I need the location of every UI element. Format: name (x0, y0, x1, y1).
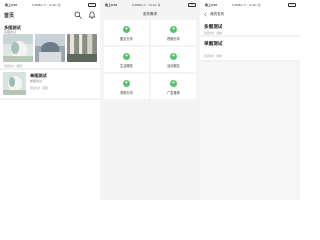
status-network: 0.4KB/s ⊙ ◔ ▾ᵢₗ 4G 令 (132, 3, 161, 7)
status-bar: 晚上9:59 0.4KB/s ⊙ ◔ ▾ᵢₗ 4G 令 72 (200, 0, 300, 10)
publish-category-grid: + 图文分享 + 视频分享 + 生活服务 + 活动报名 + 求购分享 + 广告推… (104, 20, 196, 99)
divider (200, 35, 300, 37)
plus-icon: + (123, 26, 130, 33)
divider (0, 98, 100, 100)
publish-card-0[interactable]: + 图文分享 (104, 20, 149, 45)
search-icon[interactable] (74, 11, 82, 19)
post-image[interactable] (34, 34, 66, 62)
status-network: 0.4KB/s ⊙ ◔ ▾ᵢₗ 4G 令 (232, 3, 261, 7)
battery-indicator: 72 (188, 2, 196, 7)
publish-card-label: 视频分享 (167, 37, 180, 41)
publish-card-label: 广告推荐 (167, 91, 180, 95)
page-title: 首页 (4, 13, 15, 19)
status-time: 晚上9:59 (205, 3, 218, 7)
post-subtitle: 单图测试 (30, 79, 43, 83)
publish-card-3[interactable]: + 活动报名 (151, 47, 196, 72)
post-image-gallery[interactable] (3, 34, 97, 62)
status-time: 晚上9:59 (105, 3, 118, 7)
plus-icon: + (123, 53, 130, 60)
plus-icon: + (170, 80, 177, 87)
plus-icon: + (123, 80, 130, 87)
back-arrow-icon[interactable] (203, 12, 208, 17)
status-network: 0.4KB/s ⊙ ◔ ▾ᵢₗ 4G 令 (32, 3, 61, 7)
post-image[interactable] (66, 34, 97, 62)
status-time: 晚上9:59 (5, 3, 18, 7)
publish-screen: 晚上9:59 0.4KB/s ⊙ ◔ ▾ᵢₗ 4G 令 72 发布需求 + 图文… (100, 0, 200, 200)
publish-card-label: 图文分享 (120, 37, 133, 41)
home-feed-screen: 晚上9:59 0.4KB/s ⊙ ◔ ▾ᵢₗ 4G 令 72 首页 多图测试 多… (0, 0, 100, 200)
status-bar: 晚上9:59 0.4KB/s ⊙ ◔ ▾ᵢₗ 4G 令 72 (0, 0, 100, 10)
nav-title: 我的发布 (210, 12, 225, 16)
publish-card-label: 生活服务 (120, 64, 133, 68)
publish-card-4[interactable]: + 求购分享 (104, 74, 149, 99)
page-title: 发布需求 (142, 12, 158, 16)
plus-icon: + (170, 26, 177, 33)
publish-card-1[interactable]: + 视频分享 (151, 20, 196, 45)
battery-indicator: 72 (88, 2, 96, 7)
nav-bar: 我的发布 (203, 12, 224, 17)
status-bar: 晚上9:59 0.4KB/s ⊙ ◔ ▾ᵢₗ 4G 令 72 (100, 0, 200, 10)
post-meta: 测试用户 · 刚刚 (204, 55, 222, 58)
post-title[interactable]: 多图测试 (204, 24, 222, 30)
publish-card-label: 求购分享 (120, 91, 133, 95)
post-image[interactable] (3, 34, 34, 62)
publish-card-2[interactable]: + 生活服务 (104, 47, 149, 72)
battery-indicator: 72 (288, 2, 296, 7)
post-meta: 测试用户 · 刚刚 (30, 87, 48, 90)
post-image[interactable] (3, 72, 26, 95)
empty-area (200, 62, 300, 200)
bell-icon[interactable] (88, 11, 96, 19)
post-title[interactable]: 单图测试 (204, 41, 222, 47)
divider (0, 68, 100, 70)
publish-card-label: 活动报名 (167, 64, 180, 68)
plus-icon: + (170, 53, 177, 60)
publish-card-5[interactable]: + 广告推荐 (151, 74, 196, 99)
my-posts-screen: 晚上9:59 0.4KB/s ⊙ ◔ ▾ᵢₗ 4G 令 72 我的发布 多图测试… (200, 0, 300, 200)
